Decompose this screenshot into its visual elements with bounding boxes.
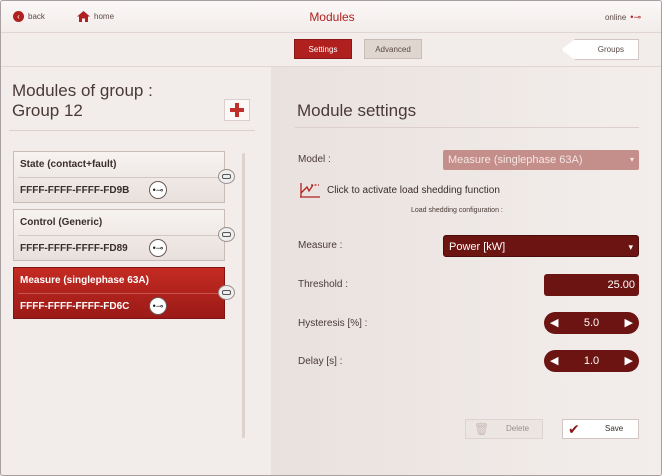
usb-icon: •⊸ xyxy=(149,181,167,199)
usb-icon: •⊸ xyxy=(149,239,167,257)
connection-status: online •⊸ xyxy=(605,12,641,23)
checkmark-icon: ✔ xyxy=(568,421,580,437)
load-shedding-icon xyxy=(300,183,320,198)
settings-panel xyxy=(271,67,661,475)
tab-settings[interactable]: Settings xyxy=(294,39,352,59)
module-toggle[interactable] xyxy=(218,285,235,300)
increment-icon[interactable]: ▶ xyxy=(625,350,633,372)
toggle-icon xyxy=(222,174,231,179)
settings-title: Module settings xyxy=(297,101,417,120)
save-label: Save xyxy=(605,424,624,433)
threshold-label: Threshold : xyxy=(298,279,349,290)
delay-label: Delay [s] : xyxy=(298,356,343,367)
chevron-down-icon: ▾ xyxy=(628,242,633,252)
delete-label: Delete xyxy=(506,424,530,433)
module-toggle[interactable] xyxy=(218,169,235,184)
decrement-icon[interactable]: ◀ xyxy=(550,350,558,372)
group-heading-line1: Modules of group : xyxy=(12,81,153,100)
plus-icon xyxy=(230,103,244,117)
measure-select[interactable]: Power [kW] ▾ xyxy=(443,235,639,257)
usb-icon: •⊸ xyxy=(630,12,641,22)
module-name: State (contact+fault) xyxy=(20,159,117,170)
delete-button[interactable]: 🗑 Delete xyxy=(465,419,543,439)
divider xyxy=(18,177,220,178)
status-label: online xyxy=(604,13,627,22)
save-button[interactable]: ✔ Save xyxy=(562,419,639,439)
divider xyxy=(18,293,220,294)
toggle-icon xyxy=(222,290,231,295)
toggle-icon xyxy=(222,232,231,237)
groups-button[interactable]: Groups xyxy=(561,39,639,60)
module-item-state[interactable]: State (contact+fault) FFFF-FFFF-FFFF-FD9… xyxy=(13,151,235,203)
measure-value: Power [kW] xyxy=(449,241,506,253)
module-list-scrollbar[interactable] xyxy=(242,153,245,438)
tab-bar: Settings Advanced Groups xyxy=(1,33,661,67)
measure-label: Measure : xyxy=(298,240,343,251)
threshold-input[interactable]: 25.00 xyxy=(544,274,639,296)
delay-stepper: 1.0 ◀ ▶ xyxy=(544,350,639,372)
module-id: FFFF-FFFF-FFFF-FD9B xyxy=(20,185,130,196)
divider xyxy=(295,127,639,128)
model-value: Measure (singlephase 63A) xyxy=(448,154,583,166)
divider xyxy=(18,235,220,236)
chevron-down-icon: ▾ xyxy=(629,155,634,164)
load-shedding-toggle[interactable]: Click to activate load shedding function xyxy=(299,182,500,198)
tab-advanced[interactable]: Advanced xyxy=(364,39,422,59)
group-heading-line2: Group 12 xyxy=(12,101,83,120)
increment-icon[interactable]: ▶ xyxy=(625,312,633,334)
load-shedding-label: Click to activate load shedding function xyxy=(327,184,500,196)
usb-icon: •⊸ xyxy=(149,297,167,315)
page-title: Modules xyxy=(309,10,355,24)
app-window: ‹ back home Modules online •⊸ Settings A… xyxy=(0,0,662,476)
divider xyxy=(9,130,255,131)
decrement-icon[interactable]: ◀ xyxy=(550,312,558,334)
add-module-button[interactable] xyxy=(224,99,250,121)
module-id: FFFF-FFFF-FFFF-FD89 xyxy=(20,243,128,254)
module-name: Control (Generic) xyxy=(20,217,103,228)
module-toggle[interactable] xyxy=(218,227,235,242)
module-id: FFFF-FFFF-FFFF-FD6C xyxy=(20,301,130,312)
trash-icon: 🗑 xyxy=(474,422,490,436)
group-heading: Modules of group : Group 12 xyxy=(12,81,153,121)
top-bar: ‹ back home Modules online •⊸ xyxy=(1,1,661,33)
model-label: Model : xyxy=(298,154,331,165)
load-shedding-config-label: Load shedding configuration : xyxy=(411,207,503,214)
model-select: Measure (singlephase 63A) ▾ xyxy=(443,150,639,170)
hysteresis-stepper: 5.0 ◀ ▶ xyxy=(544,312,639,334)
module-item-measure[interactable]: Measure (singlephase 63A) FFFF-FFFF-FFFF… xyxy=(13,267,235,319)
module-name: Measure (singlephase 63A) xyxy=(20,275,149,286)
hysteresis-label: Hysteresis [%] : xyxy=(298,318,368,329)
module-item-control[interactable]: Control (Generic) FFFF-FFFF-FFFF-FD89 •⊸ xyxy=(13,209,235,261)
